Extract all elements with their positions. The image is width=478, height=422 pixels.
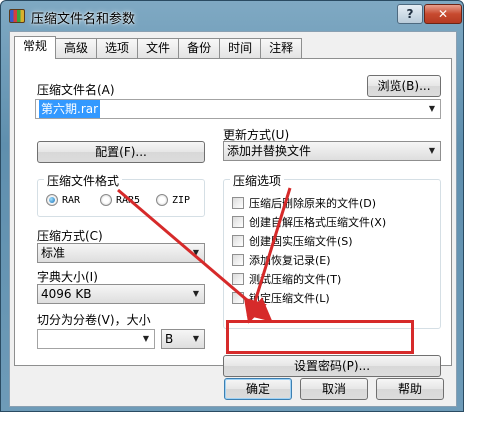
tab-comment[interactable]: 注释 <box>260 38 303 58</box>
radio-zip[interactable]: ZIP <box>156 194 190 206</box>
checkbox-empty-icon <box>232 216 244 228</box>
split-volumes-label: 切分为分卷(V)，大小 <box>37 313 151 327</box>
compression-method-select[interactable]: 标准 ▼ <box>37 243 205 263</box>
split-unit-value: B <box>165 332 174 346</box>
update-mode-select[interactable]: 添加并替换文件 ▼ <box>223 141 441 161</box>
winrar-books-icon <box>9 9 25 23</box>
profiles-button[interactable]: 配置(F)... <box>37 141 205 163</box>
archive-name-value: 第六期.rar <box>39 100 101 118</box>
update-mode-value: 添加并替换文件 <box>227 144 312 158</box>
chevron-down-icon[interactable]: ▼ <box>190 333 202 345</box>
split-size-combo[interactable]: ▼ <box>37 329 155 349</box>
radio-rar5[interactable]: RAR5 <box>100 194 140 206</box>
window-title: 压缩文件名和参数 <box>31 12 136 27</box>
checkbox-solid-label: 创建固实压缩文件(S) <box>249 235 353 248</box>
split-unit-select[interactable]: B ▼ <box>161 329 205 349</box>
chevron-down-icon[interactable]: ▼ <box>140 333 152 345</box>
checkbox-test-files-label: 测试压缩的文件(T) <box>249 273 342 286</box>
radio-zip-label: ZIP <box>172 194 191 206</box>
ok-button[interactable]: 确定 <box>224 378 292 400</box>
browse-button[interactable]: 浏览(B)... <box>367 75 441 97</box>
close-button[interactable]: ✕ <box>424 4 462 24</box>
checkbox-empty-icon <box>232 254 244 266</box>
checkbox-lock-archive[interactable]: 锁定压缩文件(L) <box>232 290 330 306</box>
archive-options-group: 压缩选项 压缩后删除原来的文件(D) 创建自解压格式压缩文件(X) 创建固实压缩… <box>223 172 441 329</box>
radio-rar-label: RAR <box>62 194 81 206</box>
tab-files[interactable]: 文件 <box>137 38 180 58</box>
checkbox-empty-icon <box>232 197 244 209</box>
radio-empty-icon <box>156 194 168 206</box>
cancel-button[interactable]: 取消 <box>300 378 368 400</box>
checkbox-empty-icon <box>232 273 244 285</box>
radio-empty-icon <box>100 194 112 206</box>
checkbox-lock-archive-label: 锁定压缩文件(L) <box>249 292 330 305</box>
help-title-button[interactable]: ? <box>397 4 423 24</box>
checkbox-test-files[interactable]: 测试压缩的文件(T) <box>232 271 341 287</box>
annotation-highlight-box <box>226 320 414 354</box>
archive-name-combo[interactable]: 第六期.rar ▼ <box>35 99 441 119</box>
compression-method-label: 压缩方式(C) <box>37 229 103 243</box>
checkbox-recovery-record[interactable]: 添加恢复记录(E) <box>232 252 331 268</box>
archive-format-legend: 压缩文件格式 <box>44 172 123 189</box>
radio-selected-icon <box>46 194 58 206</box>
dictionary-size-label: 字典大小(I) <box>37 270 98 284</box>
chevron-down-icon[interactable]: ▼ <box>190 247 202 259</box>
dictionary-size-value: 4096 KB <box>41 287 92 301</box>
checkbox-sfx[interactable]: 创建自解压格式压缩文件(X) <box>232 214 386 230</box>
archive-options-legend: 压缩选项 <box>230 172 285 189</box>
checkbox-empty-icon <box>232 235 244 247</box>
tab-time[interactable]: 时间 <box>219 38 262 58</box>
tab-advanced[interactable]: 高级 <box>55 38 98 58</box>
compression-method-value: 标准 <box>41 246 66 260</box>
chevron-down-icon[interactable]: ▼ <box>426 145 438 157</box>
checkbox-recovery-record-label: 添加恢复记录(E) <box>249 254 331 267</box>
archive-format-group: 压缩文件格式 RAR RAR5 ZIP <box>37 172 205 217</box>
tab-backup[interactable]: 备份 <box>178 38 221 58</box>
checkbox-delete-after[interactable]: 压缩后删除原来的文件(D) <box>232 195 376 211</box>
checkbox-solid[interactable]: 创建固实压缩文件(S) <box>232 233 353 249</box>
tab-general[interactable]: 常规 <box>14 36 57 59</box>
archive-name-label: 压缩文件名(A) <box>37 83 115 97</box>
chevron-down-icon[interactable]: ▼ <box>190 288 202 300</box>
tab-strip: 常规 高级 选项 文件 备份 时间 注释 <box>14 36 303 59</box>
chevron-down-icon[interactable]: ▼ <box>426 103 438 115</box>
radio-rar[interactable]: RAR <box>46 194 80 206</box>
tab-options[interactable]: 选项 <box>96 38 139 58</box>
set-password-button[interactable]: 设置密码(P)... <box>223 355 441 377</box>
dictionary-size-select[interactable]: 4096 KB ▼ <box>37 284 205 304</box>
checkbox-sfx-label: 创建自解压格式压缩文件(X) <box>249 216 387 229</box>
checkbox-empty-icon <box>232 292 244 304</box>
title-bar[interactable]: 压缩文件名和参数 ? ✕ <box>1 1 463 31</box>
checkbox-delete-after-label: 压缩后删除原来的文件(D) <box>249 197 377 210</box>
radio-rar5-label: RAR5 <box>116 194 141 206</box>
help-button[interactable]: 帮助 <box>376 378 444 400</box>
